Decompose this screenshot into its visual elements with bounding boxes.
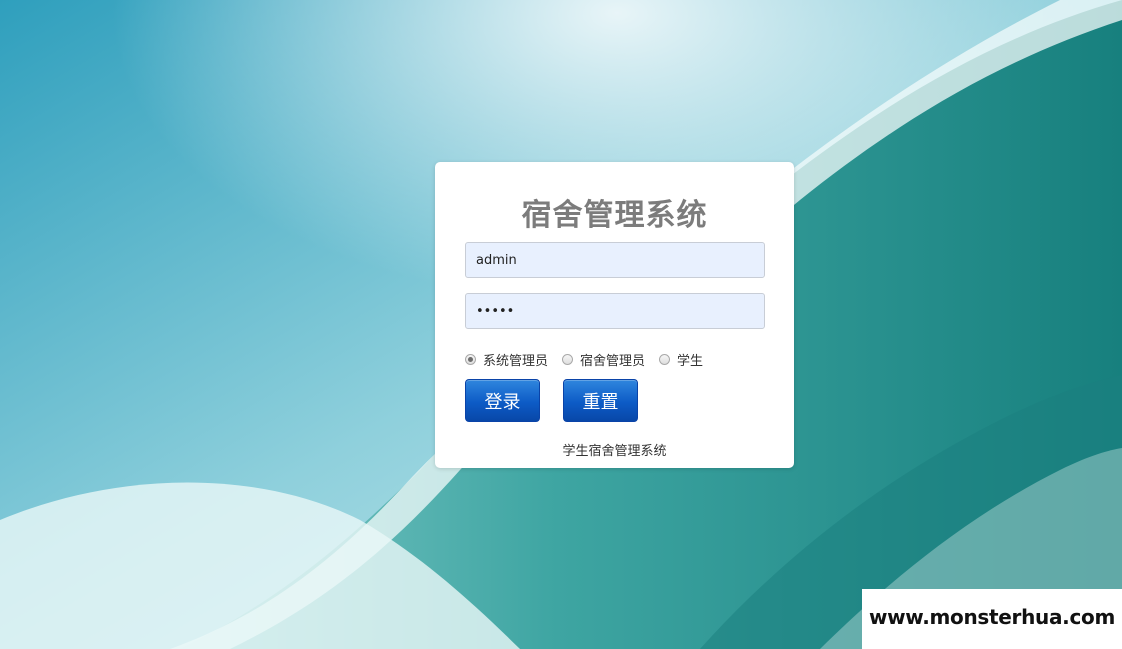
watermark-box: www.monsterhua.com [862,589,1122,649]
role-label: 学生 [677,353,704,369]
footer-caption: 学生宿舍管理系统 [562,444,667,459]
password-input[interactable] [465,293,765,329]
role-selector: 系统管理员 宿舍管理员 学生 [465,349,717,369]
system-title: 宿舍管理系统 [521,198,708,233]
role-option-student[interactable]: 学生 [659,350,703,369]
login-button[interactable]: 登录 [465,379,540,422]
role-option-dorm-admin[interactable]: 宿舍管理员 [562,350,645,369]
role-label: 系统管理员 [483,353,549,369]
radio-button-icon[interactable] [659,353,671,365]
radio-button-icon[interactable] [465,353,476,365]
role-label: 宿舍管理员 [580,353,646,369]
reset-button[interactable]: 重置 [563,379,638,422]
username-input[interactable] [465,242,765,278]
role-option-system-admin[interactable]: 系统管理员 [465,350,548,369]
watermark-text: www.monsterhua.com [868,605,1116,629]
radio-button-icon[interactable] [562,353,574,365]
